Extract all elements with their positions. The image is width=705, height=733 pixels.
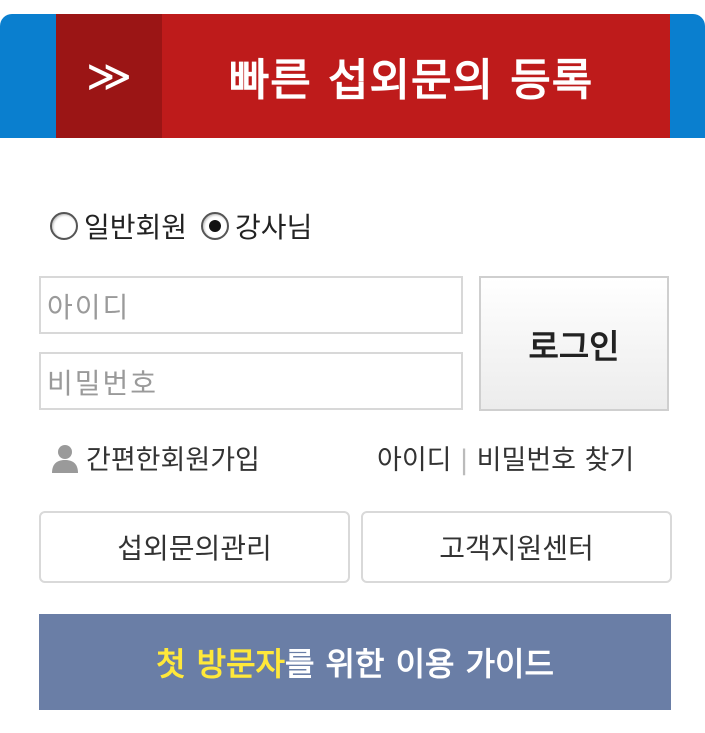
link-separator: | (459, 445, 469, 476)
banner-title: 빠른 섭외문의 등록 (228, 55, 594, 106)
quick-inquiry-banner[interactable]: ≫ 빠른 섭외문의 등록 (56, 14, 670, 138)
find-password-link[interactable]: 비밀번호 찾기 (477, 445, 635, 476)
inquiry-manage-button[interactable]: 섭외문의관리 (39, 511, 350, 583)
login-button[interactable]: 로그인 (479, 276, 669, 411)
id-input[interactable]: 아이디 (39, 276, 463, 334)
password-input[interactable]: 비밀번호 (39, 352, 463, 410)
first-visitor-guide-button[interactable]: 첫 방문자 를 위한 이용 가이드 (39, 614, 671, 710)
member-type-group: 일반회원 강사님 (50, 206, 326, 246)
radio-selected-icon[interactable] (201, 212, 230, 240)
guide-highlight-text: 첫 방문자 (156, 645, 285, 683)
radio-circle-icon[interactable] (50, 212, 78, 240)
find-id-link[interactable]: 아이디 (377, 445, 452, 476)
person-icon (52, 444, 78, 473)
radio-label-general: 일반회원 (84, 211, 188, 244)
signup-link[interactable]: 간편한회원가입 (48, 438, 260, 477)
radio-general-member[interactable]: 일반회원 (50, 206, 187, 246)
guide-rest-text: 를 위한 이용 가이드 (284, 645, 554, 683)
radio-label-instructor: 강사님 (235, 211, 313, 244)
signup-label: 간편한회원가입 (86, 445, 260, 476)
radio-instructor[interactable]: 강사님 (201, 206, 312, 246)
find-account-links: 아이디 | 비밀번호 찾기 (377, 438, 634, 477)
customer-center-button[interactable]: 고객지원센터 (361, 511, 672, 583)
double-chevron-right-icon: ≫ (56, 14, 162, 138)
